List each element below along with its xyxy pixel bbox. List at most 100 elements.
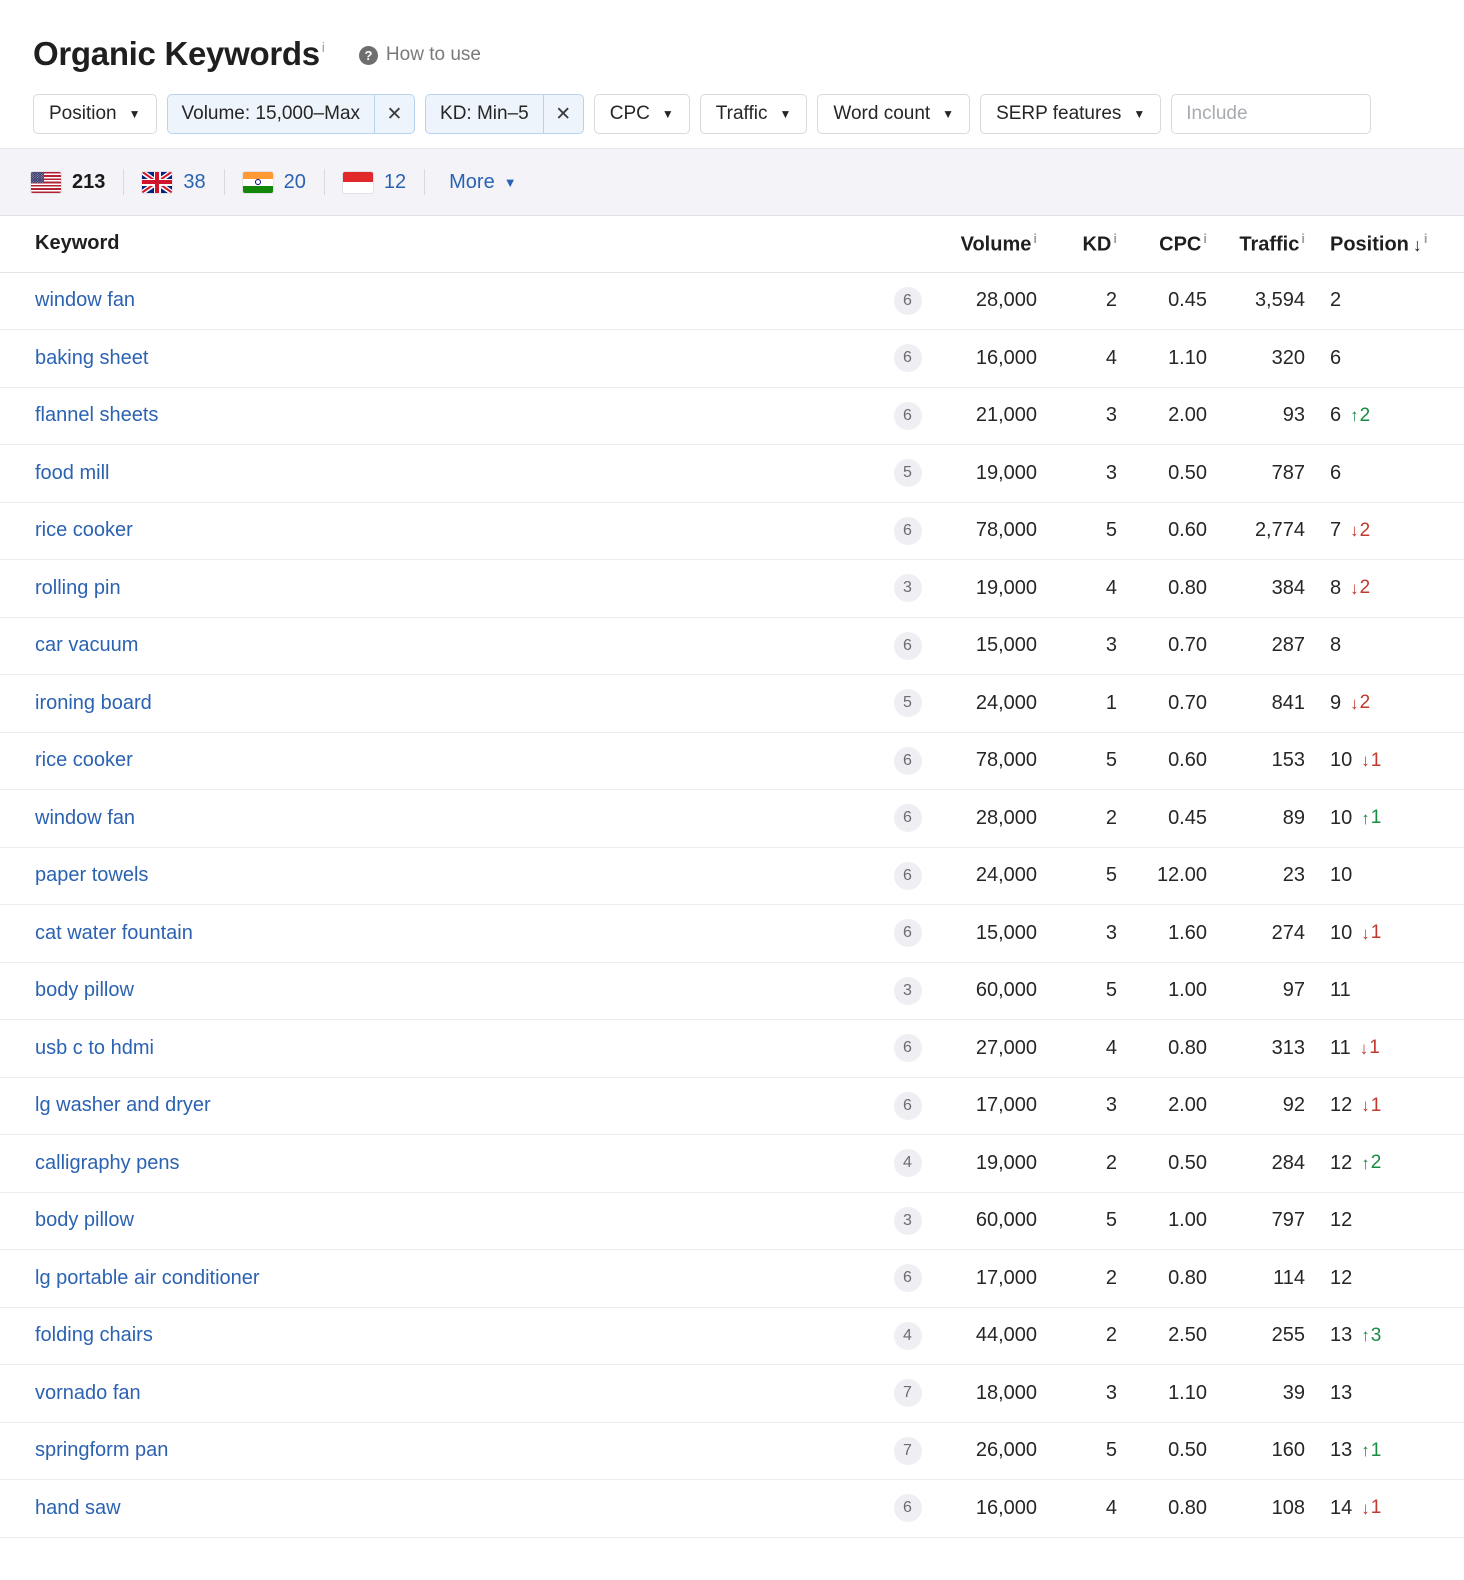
serp-features-badge[interactable]: 4 — [893, 1321, 922, 1350]
keyword-link[interactable]: body pillow — [35, 1209, 134, 1231]
keyword-link[interactable]: hand saw — [35, 1497, 121, 1519]
serp-features-badge[interactable]: 6 — [893, 631, 922, 660]
serp-features-badge[interactable]: 6 — [893, 919, 922, 948]
serp-features-badge[interactable]: 6 — [893, 861, 922, 890]
table-row[interactable]: rice cooker 6 78,000 5 0.60 2,774 7 ↓ 2 — [0, 502, 1464, 560]
keyword-link[interactable]: lg portable air conditioner — [35, 1267, 260, 1289]
info-icon[interactable]: i — [1113, 231, 1117, 246]
table-row[interactable]: folding chairs 4 44,000 2 2.50 255 13 ↑ 3 — [0, 1307, 1464, 1365]
table-row[interactable]: lg portable air conditioner 6 17,000 2 0.80 1… — [0, 1249, 1464, 1308]
serp-features-badge[interactable]: 3 — [893, 1206, 922, 1235]
keyword-link[interactable]: rice cooker — [35, 519, 133, 541]
filter-position-button[interactable]: Position ▼ — [33, 94, 157, 134]
title-info-icon[interactable]: i — [322, 40, 325, 54]
table-row[interactable]: lg washer and dryer 6 17,000 3 2.00 92 12 ↓ 1 — [0, 1077, 1464, 1135]
serp-features-badge[interactable]: 6 — [893, 516, 922, 545]
keyword-link[interactable]: window fan — [35, 289, 135, 311]
keyword-link[interactable]: folding chairs — [35, 1324, 153, 1346]
country-filter-indonesia[interactable]: 12 — [342, 171, 424, 194]
serp-features-badge[interactable]: 6 — [893, 344, 922, 373]
serp-features-badge[interactable]: 6 — [893, 804, 922, 833]
how-to-use-label: How to use — [385, 44, 481, 65]
page-title: Organic Keywords — [33, 35, 320, 72]
serp-features-badge[interactable]: 6 — [893, 401, 922, 430]
serp-features-badge[interactable]: 6 — [893, 1264, 922, 1293]
sort-descending-icon[interactable]: ↓ — [1413, 235, 1422, 255]
cell-cpc: 0.50 — [1117, 1134, 1207, 1193]
table-row[interactable]: body pillow 3 60,000 5 1.00 97 11 — [0, 962, 1464, 1020]
filter-volume-chip[interactable]: Volume: 15,000–Max ✕ — [166, 94, 416, 134]
keyword-link[interactable]: rice cooker — [35, 749, 133, 771]
filter-serp-features-button[interactable]: SERP features ▼ — [980, 94, 1162, 134]
filter-word-count-button[interactable]: Word count ▼ — [817, 94, 971, 134]
serp-features-badge[interactable]: 3 — [893, 574, 922, 603]
close-icon[interactable]: ✕ — [542, 95, 583, 133]
filter-traffic-button[interactable]: Traffic ▼ — [699, 94, 808, 134]
column-header-kd[interactable]: KD i — [1037, 216, 1117, 273]
how-to-use-link[interactable]: ? How to use — [358, 44, 481, 66]
keyword-link[interactable]: lg washer and dryer — [35, 1094, 211, 1116]
table-row[interactable]: paper towels 6 24,000 5 12.00 23 10 — [0, 847, 1464, 905]
filter-kd-chip[interactable]: KD: Min–5 ✕ — [425, 94, 584, 134]
keyword-link[interactable]: paper towels — [35, 864, 148, 886]
table-row[interactable]: rice cooker 6 78,000 5 0.60 153 10 ↓ 1 — [0, 732, 1464, 790]
serp-features-badge[interactable]: 6 — [893, 286, 922, 315]
close-icon[interactable]: ✕ — [374, 95, 414, 133]
table-row[interactable]: calligraphy pens 4 19,000 2 0.50 284 12 ↑ 2 — [0, 1134, 1464, 1193]
table-row[interactable]: hand saw 6 16,000 4 0.80 108 14 ↓ 1 — [0, 1479, 1464, 1538]
serp-features-badge[interactable]: 5 — [893, 459, 922, 488]
keyword-link[interactable]: calligraphy pens — [35, 1152, 180, 1174]
info-icon[interactable]: i — [1424, 231, 1428, 246]
keyword-link[interactable]: vornado fan — [35, 1382, 141, 1404]
table-row[interactable]: food mill 5 19,000 3 0.50 787 6 — [0, 444, 1464, 503]
filter-cpc-button[interactable]: CPC ▼ — [593, 94, 690, 134]
table-row[interactable]: ironing board 5 24,000 1 0.70 841 9 ↓ 2 — [0, 674, 1464, 733]
table-row[interactable]: usb c to hdmi 6 27,000 4 0.80 313 11 ↓ 1 — [0, 1019, 1464, 1078]
keyword-link[interactable]: food mill — [35, 462, 109, 484]
info-icon[interactable]: i — [1203, 231, 1207, 246]
keyword-link[interactable]: window fan — [35, 807, 135, 829]
column-header-position[interactable]: Position ↓ i — [1305, 216, 1464, 273]
include-input[interactable] — [1171, 94, 1372, 134]
table-row[interactable]: rolling pin 3 19,000 4 0.80 384 8 ↓ 2 — [0, 559, 1464, 618]
country-more-button[interactable]: More ▼ — [449, 171, 516, 194]
table-row[interactable]: springform pan 7 26,000 5 0.50 160 13 ↑ 1 — [0, 1422, 1464, 1480]
table-row[interactable]: flannel sheets 6 21,000 3 2.00 93 6 ↑ 2 — [0, 387, 1464, 445]
serp-features-badge[interactable]: 3 — [893, 976, 922, 1005]
info-icon[interactable]: i — [1301, 231, 1305, 246]
table-row[interactable]: window fan 6 28,000 2 0.45 89 10 ↑ 1 — [0, 789, 1464, 848]
table-row[interactable]: baking sheet 6 16,000 4 1.10 320 6 — [0, 329, 1464, 388]
info-icon[interactable]: i — [1033, 231, 1037, 246]
serp-features-badge[interactable]: 6 — [893, 746, 922, 775]
keyword-link[interactable]: rolling pin — [35, 577, 121, 599]
serp-features-badge[interactable]: 6 — [893, 1034, 922, 1063]
country-filter-india[interactable]: 20 — [242, 171, 324, 194]
serp-features-badge[interactable]: 7 — [893, 1379, 922, 1408]
keyword-link[interactable]: body pillow — [35, 979, 134, 1001]
table-row[interactable]: window fan 6 28,000 2 0.45 3,594 2 — [0, 272, 1464, 330]
serp-features-badge[interactable]: 5 — [893, 689, 922, 718]
keyword-link[interactable]: cat water fountain — [35, 922, 193, 944]
keyword-link[interactable]: flannel sheets — [35, 404, 158, 426]
keyword-link[interactable]: car vacuum — [35, 634, 138, 656]
table-row[interactable]: body pillow 3 60,000 5 1.00 797 12 — [0, 1192, 1464, 1250]
serp-features-badge[interactable]: 4 — [893, 1149, 922, 1178]
keyword-link[interactable]: usb c to hdmi — [35, 1037, 154, 1059]
column-header-keyword[interactable]: Keyword — [0, 216, 880, 273]
table-row[interactable]: vornado fan 7 18,000 3 1.10 39 13 — [0, 1364, 1464, 1423]
table-row[interactable]: cat water fountain 6 15,000 3 1.60 274 10 ↓ 1 — [0, 904, 1464, 963]
cell-keyword: hand saw — [0, 1479, 880, 1538]
country-filter-united-states[interactable]: 213 — [31, 171, 123, 194]
keyword-link[interactable]: ironing board — [35, 692, 152, 714]
keyword-link[interactable]: baking sheet — [35, 347, 148, 369]
column-header-volume[interactable]: Volume i — [935, 216, 1037, 273]
serp-features-badge[interactable]: 6 — [893, 1091, 922, 1120]
serp-features-badge[interactable]: 6 — [893, 1494, 922, 1523]
column-header-cpc[interactable]: CPC i — [1117, 216, 1207, 273]
country-filter-united-kingdom[interactable]: 38 — [142, 171, 223, 194]
keyword-link[interactable]: springform pan — [35, 1439, 168, 1461]
cell-serp-features: 6 — [880, 502, 935, 560]
table-row[interactable]: car vacuum 6 15,000 3 0.70 287 8 — [0, 617, 1464, 675]
column-header-traffic[interactable]: Traffic i — [1207, 216, 1305, 273]
serp-features-badge[interactable]: 7 — [893, 1436, 922, 1465]
